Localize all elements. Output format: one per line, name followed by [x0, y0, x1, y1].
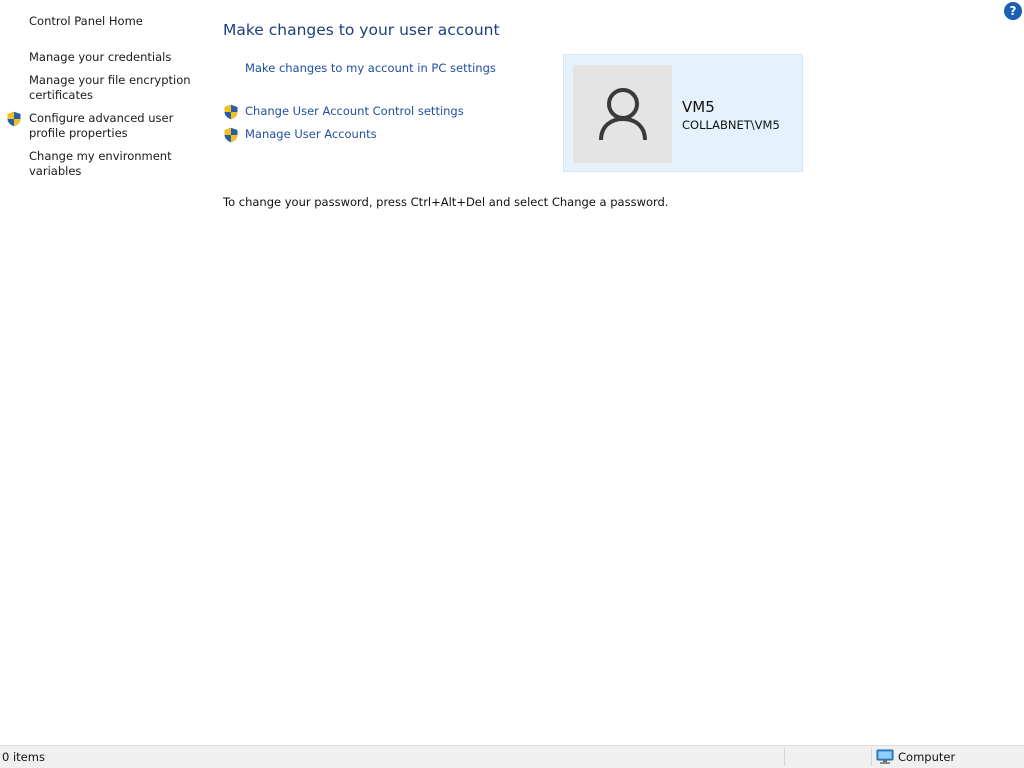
items-count: 0 items — [2, 750, 45, 764]
status-bar: 0 items Computer — [0, 745, 1024, 768]
pc-settings-link[interactable]: Make changes to my account in PC setting… — [245, 61, 496, 76]
location-label: Computer — [898, 750, 956, 764]
user-accounts-page: Control Panel Home Manage your credentia… — [0, 0, 1024, 768]
manage-user-accounts-link[interactable]: Manage User Accounts — [245, 127, 377, 142]
change-environment-variables-link[interactable]: Change my environment variables — [29, 149, 194, 179]
password-info-text: To change your password, press Ctrl+Alt+… — [223, 195, 669, 209]
page-title: Make changes to your user account — [223, 21, 500, 39]
account-card: VM5 COLLABNET\VM5 — [563, 54, 803, 172]
control-panel-home-link[interactable]: Control Panel Home — [29, 14, 194, 29]
uac-shield-icon — [223, 104, 239, 120]
account-name: VM5 — [682, 98, 715, 116]
status-separator — [871, 748, 872, 766]
help-icon[interactable]: ? — [1004, 2, 1022, 20]
manage-credentials-link[interactable]: Manage your credentials — [29, 50, 194, 65]
uac-shield-icon — [223, 127, 239, 143]
account-domain-user: COLLABNET\VM5 — [682, 118, 780, 132]
uac-settings-link[interactable]: Change User Account Control settings — [245, 104, 464, 119]
status-separator — [784, 748, 785, 766]
avatar — [573, 65, 672, 163]
configure-advanced-profile-link[interactable]: Configure advanced user profile properti… — [29, 111, 194, 141]
computer-icon — [876, 749, 894, 765]
uac-shield-icon — [6, 111, 22, 127]
user-silhouette-icon — [599, 88, 647, 141]
manage-file-encryption-link[interactable]: Manage your file encryption certificates — [29, 73, 194, 103]
